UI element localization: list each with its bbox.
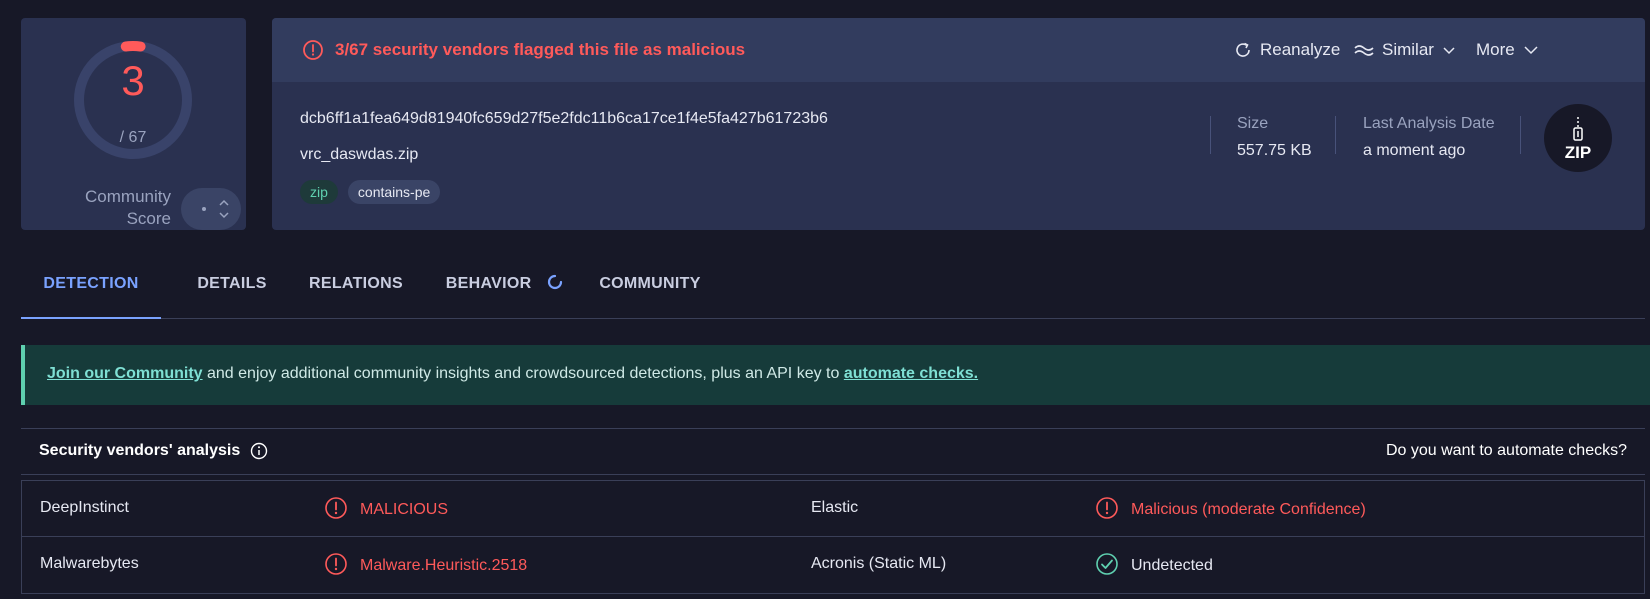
vendor-total: / 67 [119,129,147,146]
table-row: Malwarebytes Malware.Heuristic.2518 Acro… [21,537,1645,594]
vendor-result: MALICIOUS [324,497,448,520]
detection-count: 3 [121,57,145,104]
vote-arrows-icon[interactable] [217,196,231,222]
file-hash[interactable]: dcb6ff1a1fea649d81940fc659d27f5e2fdc11b6… [300,110,828,128]
community-vote-control[interactable] [181,188,241,230]
more-dropdown[interactable]: More [1476,40,1539,60]
detection-alert-bar: 3/67 security vendors flagged this file … [272,18,1645,82]
last-analysis-value: a moment ago [1363,142,1466,159]
similar-dropdown[interactable]: Similar [1354,40,1456,60]
chevron-down-icon [1524,46,1538,55]
tag-zip[interactable]: zip [300,180,338,204]
automate-checks-cta[interactable]: Do you want to automate checks? [1386,442,1627,460]
vendors-analysis-title: Security vendors' analysis [39,442,268,460]
tab-detection[interactable]: DETECTION [21,256,161,319]
vote-value-dot [202,207,206,211]
join-community-link[interactable]: Join our Community [47,365,203,382]
community-score-label: Community Score [85,187,171,228]
size-value: 557.75 KB [1237,142,1312,159]
table-row: DeepInstinct MALICIOUS Elastic Malicious… [21,480,1645,537]
detection-alert-text: 3/67 security vendors flagged this file … [335,40,746,59]
vendor-results-table: DeepInstinct MALICIOUS Elastic Malicious… [21,480,1645,594]
tab-behavior[interactable]: BEHAVIOR [435,256,575,317]
vendor-name: Acronis (Static ML) [811,555,947,572]
meta-divider [1210,116,1211,154]
vendor-result: Undetected [1095,553,1213,576]
file-type-text: ZIP [1564,142,1592,162]
zipper-icon [1573,116,1583,141]
community-banner: Join our Community and enjoy additional … [21,345,1650,405]
community-score-card: 3 / 67 Community Score [21,18,246,230]
similar-wave-icon [1354,45,1374,56]
community-banner-text: Join our Community and enjoy additional … [47,365,979,382]
reanalyze-button[interactable]: Reanalyze [1234,40,1340,60]
meta-divider [1520,116,1521,154]
size-label: Size [1237,115,1269,132]
file-summary-card: 3/67 security vendors flagged this file … [272,18,1645,230]
tab-relations[interactable]: RELATIONS [301,256,411,317]
chevron-down-icon [1443,47,1455,55]
report-tabs: DETECTION DETAILS RELATIONS BEHAVIOR COM… [21,256,1645,319]
alert-circle-icon [325,497,347,519]
meta-divider [1335,116,1336,154]
check-circle-icon [1096,553,1118,575]
last-analysis-label: Last Analysis Date [1363,115,1495,132]
file-name: vrc_daswdas.zip [300,146,419,163]
file-type-badge: ZIP [1544,104,1612,172]
vendor-name: DeepInstinct [40,499,129,516]
vendor-name: Elastic [811,499,859,516]
file-tags: zip contains-pe [300,180,441,204]
alert-circle-icon [1096,497,1118,519]
refresh-icon [1236,42,1250,57]
tag-contains-pe[interactable]: contains-pe [347,180,441,204]
vendors-analysis-header: Security vendors' analysis Do you want t… [21,428,1645,475]
info-icon[interactable] [250,442,268,460]
vendor-result: Malware.Heuristic.2518 [324,553,527,576]
alert-circle-icon [303,40,323,60]
alert-circle-icon [325,553,347,575]
tab-community[interactable]: COMMUNITY [595,256,705,317]
loading-spinner-icon [548,275,563,290]
vendor-name: Malwarebytes [40,555,139,572]
vendor-result: Malicious (moderate Confidence) [1095,497,1366,520]
tab-details[interactable]: DETAILS [187,256,277,317]
automate-checks-link[interactable]: automate checks. [844,365,978,382]
